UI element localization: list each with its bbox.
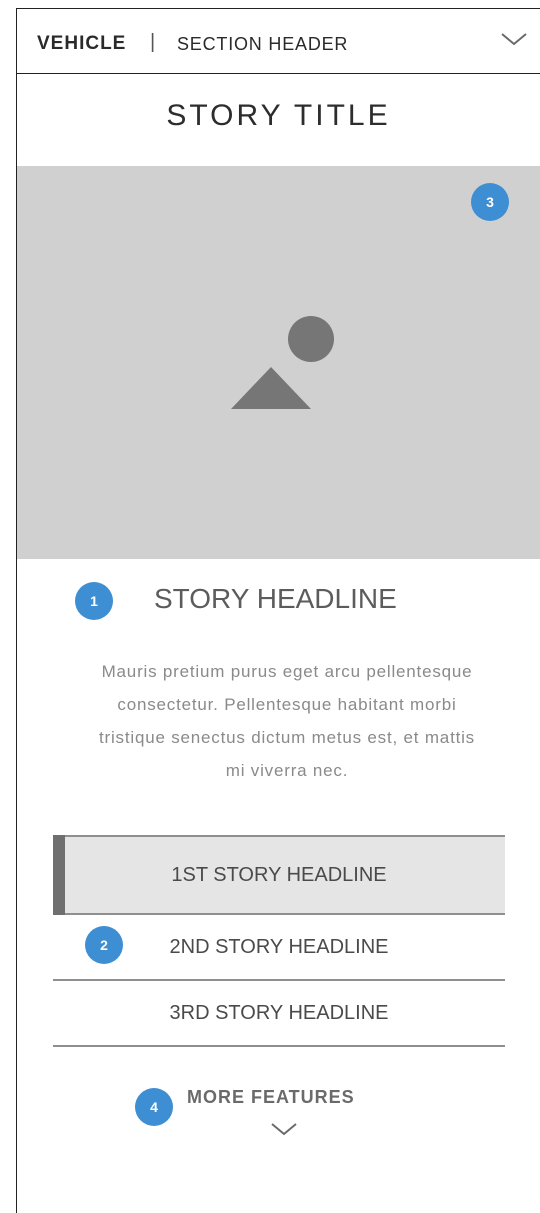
story-list-item-label: 1ST STORY HEADLINE	[171, 864, 387, 886]
story-body: Mauris pretium purus eget arcu pellentes…	[99, 662, 475, 780]
story-list-item-3[interactable]: 3RD STORY HEADLINE	[53, 981, 505, 1047]
story-list-item-1[interactable]: 1ST STORY HEADLINE	[53, 835, 505, 915]
story-list-item-label: 2ND STORY HEADLINE	[169, 936, 389, 958]
section-header-bar[interactable]: VEHICLE | SECTION HEADER	[17, 9, 540, 74]
section-header-label: SECTION HEADER	[177, 34, 349, 54]
more-features-button[interactable]: MORE FEATURES	[187, 1087, 355, 1108]
annotation-badge-3: 3	[471, 183, 509, 221]
story-title: STORY TITLE	[166, 99, 391, 132]
story-list-item-label: 3RD STORY HEADLINE	[169, 1002, 389, 1024]
annotation-badge-4: 4	[135, 1088, 173, 1126]
mobile-frame: VEHICLE | SECTION HEADER STORY TITLE 3 1…	[16, 8, 540, 1213]
image-placeholder-icon	[231, 316, 334, 409]
story-headline: STORY HEADLINE	[154, 583, 397, 614]
header-separator: |	[150, 31, 156, 53]
chevron-down-icon[interactable]	[270, 1120, 298, 1138]
active-indicator-bar	[53, 835, 65, 915]
vehicle-label: VEHICLE	[37, 33, 127, 54]
chevron-down-icon[interactable]	[500, 29, 528, 49]
annotation-badge-2: 2	[85, 926, 123, 964]
hero-image-placeholder	[17, 166, 540, 559]
annotation-badge-1: 1	[75, 582, 113, 620]
